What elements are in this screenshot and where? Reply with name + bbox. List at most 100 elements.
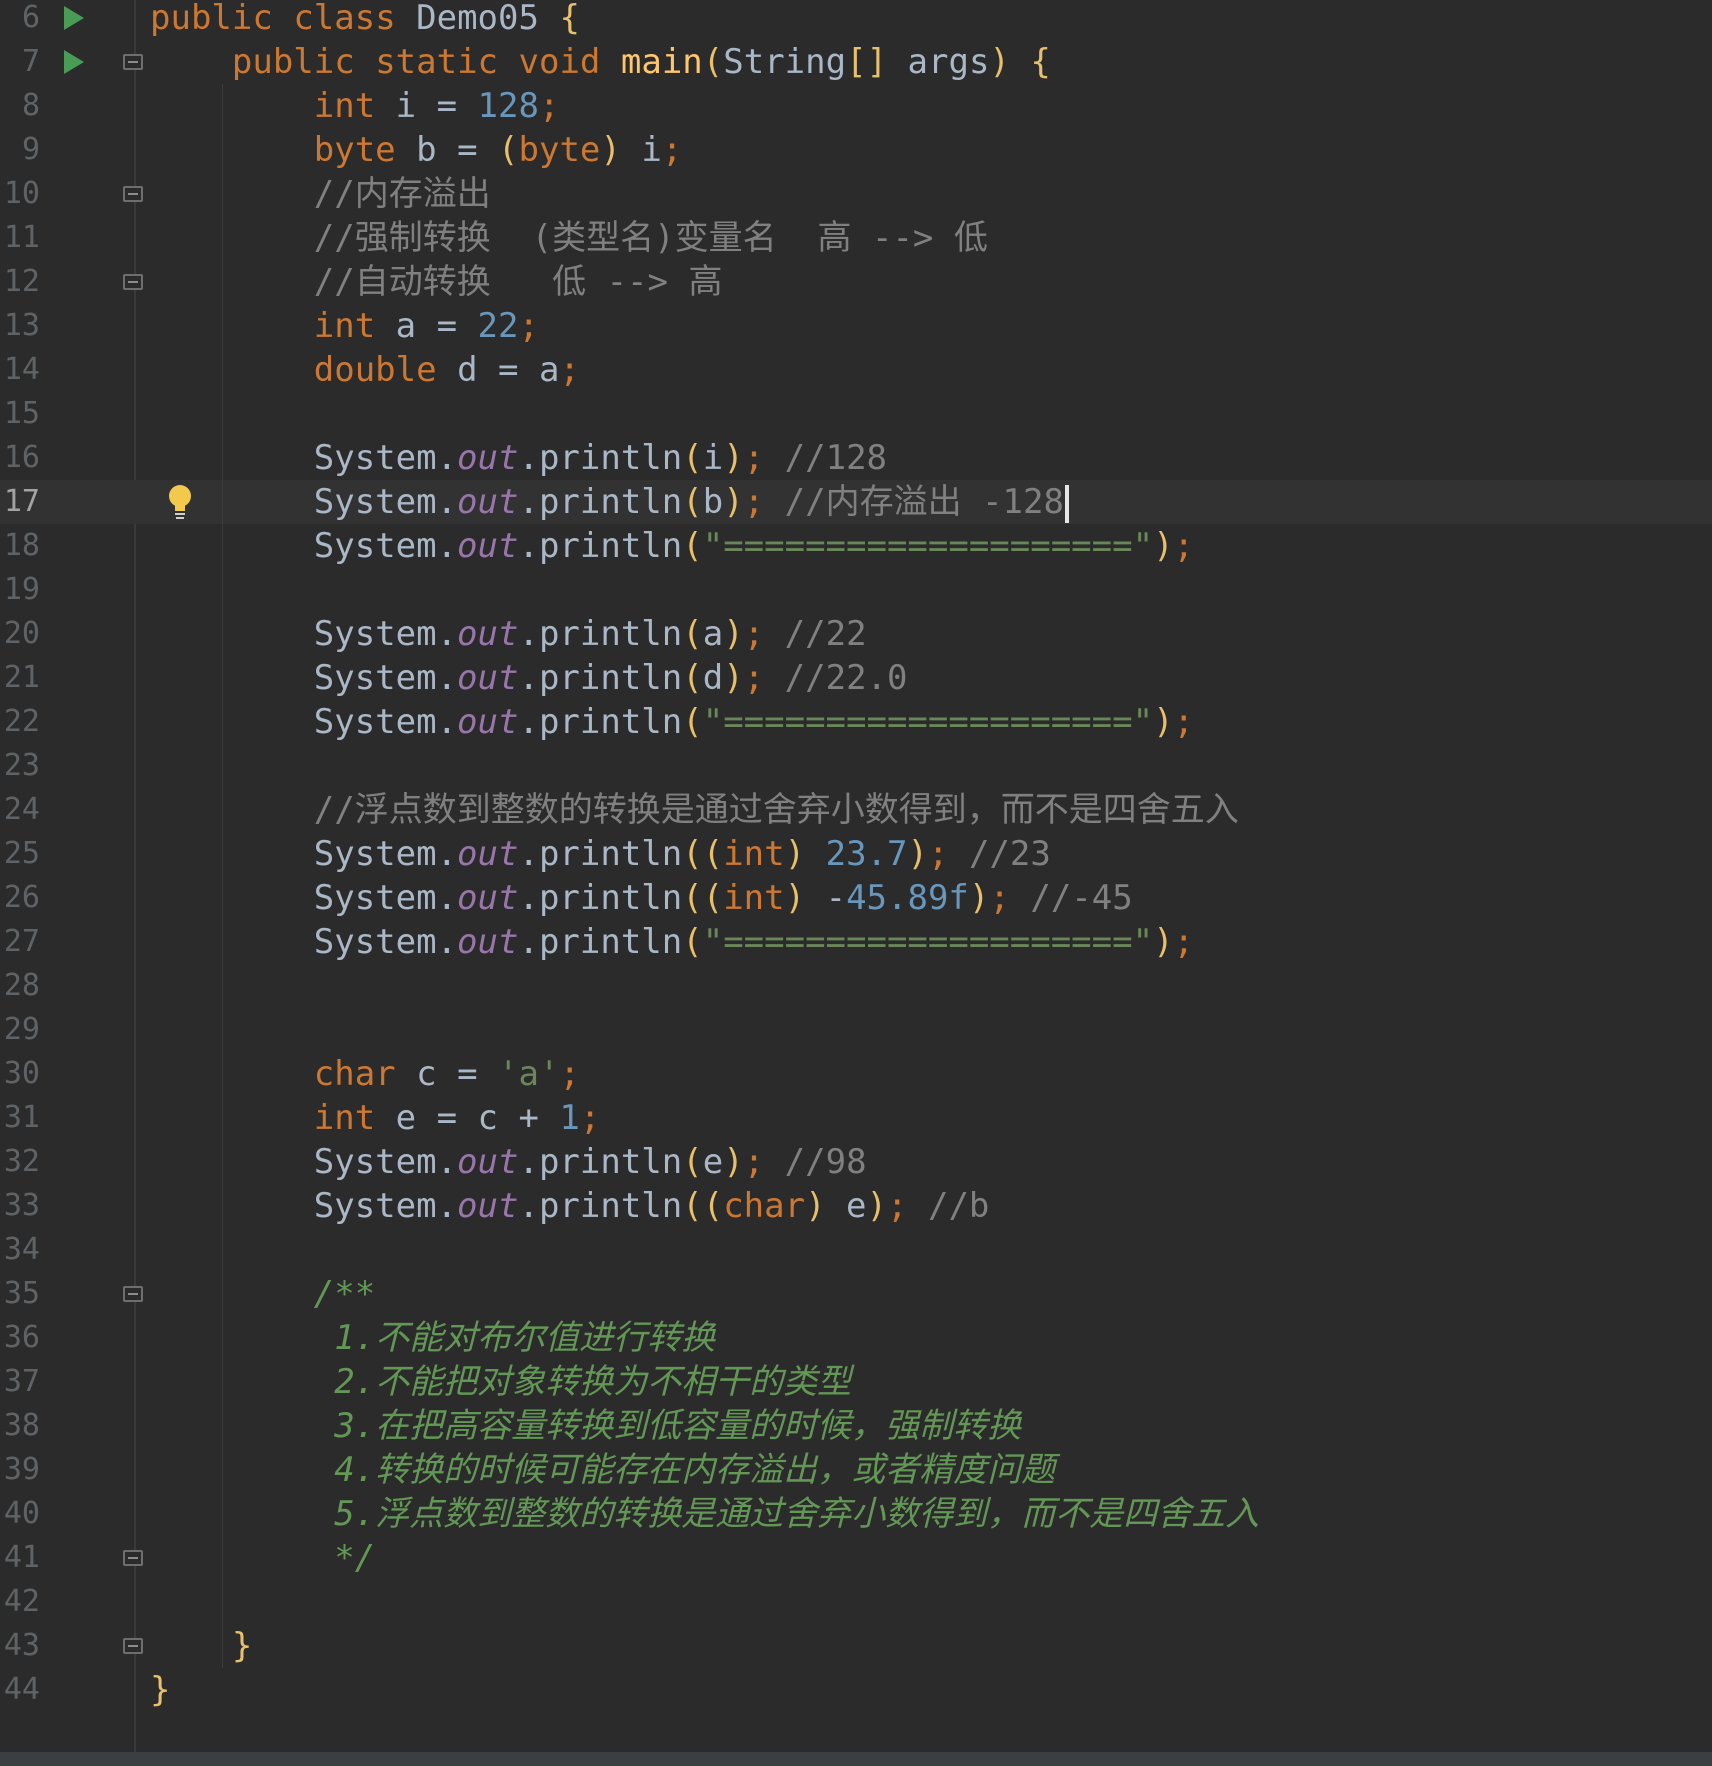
code-text[interactable]: System.out.println((char) e); //b xyxy=(150,1184,990,1228)
line-number[interactable]: 20 xyxy=(0,612,40,656)
code-text[interactable]: 1.不能对布尔值进行转换 xyxy=(150,1316,715,1360)
line-number[interactable]: 44 xyxy=(0,1668,40,1712)
fold-icon[interactable] xyxy=(123,1638,143,1654)
code-line[interactable]: 12 //自动转换 低 --> 高 xyxy=(0,260,1712,304)
line-number[interactable]: 10 xyxy=(0,172,40,216)
line-number[interactable]: 13 xyxy=(0,304,40,348)
line-number[interactable]: 30 xyxy=(0,1052,40,1096)
code-text[interactable]: System.out.println("====================… xyxy=(150,920,1194,964)
code-line[interactable]: 29 xyxy=(0,1008,1712,1052)
horizontal-scrollbar[interactable] xyxy=(0,1752,1712,1766)
code-text[interactable]: 4.转换的时候可能存在内存溢出，或者精度问题 xyxy=(150,1448,1055,1492)
code-text[interactable]: System.out.println(i); //128 xyxy=(150,436,887,480)
code-line[interactable]: 11 //强制转换 (类型名)变量名 高 --> 低 xyxy=(0,216,1712,260)
line-number[interactable]: 12 xyxy=(0,260,40,304)
code-text[interactable]: /** xyxy=(150,1272,375,1316)
code-line[interactable]: 43 } xyxy=(0,1624,1712,1668)
code-line[interactable]: 15 xyxy=(0,392,1712,436)
code-line[interactable]: 39 4.转换的时候可能存在内存溢出，或者精度问题 xyxy=(0,1448,1712,1492)
line-number[interactable]: 35 xyxy=(0,1272,40,1316)
line-number[interactable]: 9 xyxy=(0,128,40,172)
line-number[interactable]: 7 xyxy=(0,40,40,84)
code-editor[interactable]: 6 public class Demo05 {7 public static vo… xyxy=(0,0,1712,1766)
code-line[interactable]: 20 System.out.println(a); //22 xyxy=(0,612,1712,656)
code-line[interactable]: 13 int a = 22; xyxy=(0,304,1712,348)
code-text[interactable]: */ xyxy=(150,1536,375,1580)
code-text[interactable]: System.out.println((int) 23.7); //23 xyxy=(150,832,1051,876)
line-number[interactable]: 38 xyxy=(0,1404,40,1448)
line-number[interactable]: 43 xyxy=(0,1624,40,1668)
code-text[interactable]: int a = 22; xyxy=(150,304,539,348)
line-number[interactable]: 26 xyxy=(0,876,40,920)
line-number[interactable]: 6 xyxy=(0,0,40,40)
code-line[interactable]: 41 */ xyxy=(0,1536,1712,1580)
code-line[interactable]: 26 System.out.println((int) -45.89f); //… xyxy=(0,876,1712,920)
code-text[interactable]: //浮点数到整数的转换是通过舍弃小数得到，而不是四舍五入 xyxy=(150,788,1239,832)
line-number[interactable]: 33 xyxy=(0,1184,40,1228)
run-icon[interactable] xyxy=(64,50,84,74)
code-text[interactable]: //内存溢出 xyxy=(150,172,491,216)
code-text[interactable]: System.out.println(d); //22.0 xyxy=(150,656,908,700)
code-line[interactable]: 6 public class Demo05 { xyxy=(0,0,1712,40)
line-number[interactable]: 21 xyxy=(0,656,40,700)
code-line[interactable]: 7 public static void main(String[] args)… xyxy=(0,40,1712,84)
code-text[interactable]: //强制转换 (类型名)变量名 高 --> 低 xyxy=(150,216,988,260)
code-line[interactable]: 18 System.out.println("=================… xyxy=(0,524,1712,568)
line-number[interactable]: 28 xyxy=(0,964,40,1008)
code-text[interactable]: byte b = (byte) i; xyxy=(150,128,683,172)
fold-icon[interactable] xyxy=(123,1550,143,1566)
code-line[interactable]: 21 System.out.println(d); //22.0 xyxy=(0,656,1712,700)
code-text[interactable]: } xyxy=(150,1668,170,1712)
code-text[interactable]: 3.在把高容量转换到低容量的时候，强制转换 xyxy=(150,1404,1021,1448)
line-number[interactable]: 23 xyxy=(0,744,40,788)
line-number[interactable]: 14 xyxy=(0,348,40,392)
code-line[interactable]: 19 xyxy=(0,568,1712,612)
code-line[interactable]: 23 xyxy=(0,744,1712,788)
code-line[interactable]: 44} xyxy=(0,1668,1712,1712)
line-number[interactable]: 37 xyxy=(0,1360,40,1404)
code-line[interactable]: 10 //内存溢出 xyxy=(0,172,1712,216)
code-line[interactable]: 34 xyxy=(0,1228,1712,1272)
line-number[interactable]: 15 xyxy=(0,392,40,436)
code-line[interactable]: 36 1.不能对布尔值进行转换 xyxy=(0,1316,1712,1360)
line-number[interactable]: 11 xyxy=(0,216,40,260)
code-text[interactable]: double d = a; xyxy=(150,348,580,392)
line-number[interactable]: 34 xyxy=(0,1228,40,1272)
code-text[interactable]: 2.不能把对象转换为不相干的类型 xyxy=(150,1360,851,1404)
code-line[interactable]: 33 System.out.println((char) e); //b xyxy=(0,1184,1712,1228)
fold-icon[interactable] xyxy=(123,1286,143,1302)
code-line[interactable]: 22 System.out.println("=================… xyxy=(0,700,1712,744)
fold-icon[interactable] xyxy=(123,54,143,70)
code-line[interactable]: 38 3.在把高容量转换到低容量的时候，强制转换 xyxy=(0,1404,1712,1448)
line-number[interactable]: 41 xyxy=(0,1536,40,1580)
code-text[interactable]: char c = 'a'; xyxy=(150,1052,580,1096)
code-line[interactable]: 35 /** xyxy=(0,1272,1712,1316)
line-number[interactable]: 32 xyxy=(0,1140,40,1184)
run-icon[interactable] xyxy=(64,6,84,30)
line-number[interactable]: 40 xyxy=(0,1492,40,1536)
line-number[interactable]: 16 xyxy=(0,436,40,480)
line-number[interactable]: 29 xyxy=(0,1008,40,1052)
code-text[interactable]: //自动转换 低 --> 高 xyxy=(150,260,723,304)
line-number[interactable]: 24 xyxy=(0,788,40,832)
code-line[interactable]: 17 System.out.println(b); //内存溢出 -128 xyxy=(0,480,1712,524)
code-line[interactable]: 32 System.out.println(e); //98 xyxy=(0,1140,1712,1184)
code-line[interactable]: 27 System.out.println("=================… xyxy=(0,920,1712,964)
line-number[interactable]: 19 xyxy=(0,568,40,612)
line-number[interactable]: 17 xyxy=(0,480,40,524)
code-text[interactable]: System.out.println(a); //22 xyxy=(150,612,867,656)
line-number[interactable]: 31 xyxy=(0,1096,40,1140)
line-number[interactable]: 8 xyxy=(0,84,40,128)
code-text[interactable]: System.out.println("====================… xyxy=(150,524,1194,568)
line-number[interactable]: 25 xyxy=(0,832,40,876)
code-text[interactable]: System.out.println(b); //内存溢出 -128 xyxy=(150,480,1069,524)
line-number[interactable]: 36 xyxy=(0,1316,40,1360)
code-line[interactable]: 24 //浮点数到整数的转换是通过舍弃小数得到，而不是四舍五入 xyxy=(0,788,1712,832)
code-line[interactable]: 42 xyxy=(0,1580,1712,1624)
code-text[interactable]: int i = 128; xyxy=(150,84,560,128)
code-line[interactable]: 28 xyxy=(0,964,1712,1008)
code-line[interactable]: 14 double d = a; xyxy=(0,348,1712,392)
code-text[interactable]: 5.浮点数到整数的转换是通过舍弃小数得到，而不是四舍五入 xyxy=(150,1492,1259,1536)
line-number[interactable]: 42 xyxy=(0,1580,40,1624)
code-text[interactable]: System.out.println("====================… xyxy=(150,700,1194,744)
